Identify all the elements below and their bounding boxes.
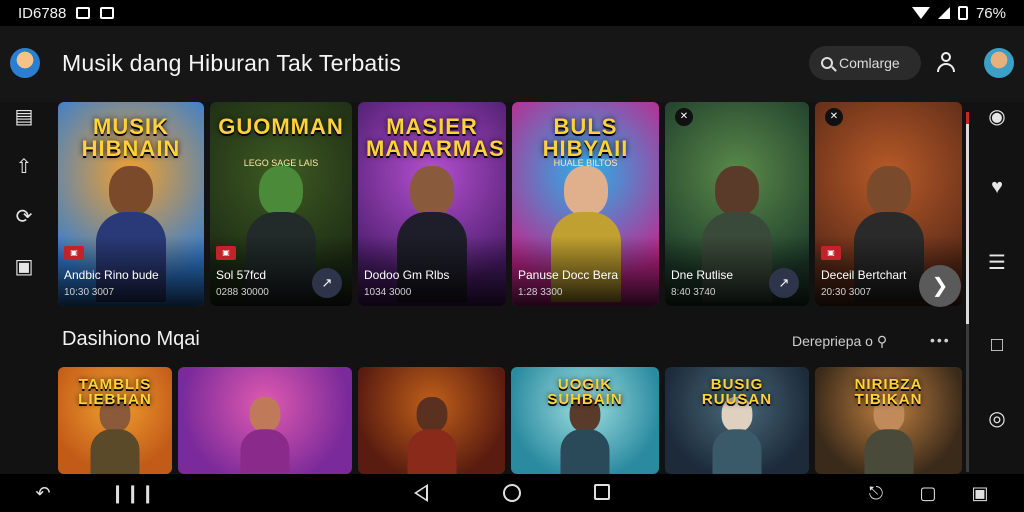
status-id: ID6788 bbox=[18, 4, 67, 22]
search-button[interactable]: Comlarge bbox=[809, 46, 921, 80]
back-gesture-icon[interactable]: ↶ bbox=[33, 483, 53, 503]
left-rail: ▤ ⇧ ⟳ ▣ bbox=[0, 102, 50, 474]
category-card[interactable] bbox=[178, 367, 352, 474]
calendar-icon[interactable]: ▣ bbox=[13, 256, 35, 278]
card-logo-text: BUSIG RUUSAN bbox=[701, 376, 773, 408]
overview-button[interactable] bbox=[594, 484, 610, 500]
media-icon bbox=[100, 7, 115, 19]
card-badge-icon: ▣ bbox=[216, 246, 236, 260]
share-icon[interactable]: ⇧ bbox=[13, 156, 35, 178]
share-nav-icon[interactable]: ⎋ bbox=[866, 483, 886, 503]
card-title: Deceil Bertchart bbox=[821, 268, 907, 282]
status-bar: ID6788 76% bbox=[0, 0, 1024, 26]
character-figure bbox=[407, 397, 456, 474]
heart-icon[interactable]: ♥ bbox=[986, 176, 1008, 198]
search-icon bbox=[821, 57, 833, 69]
system-nav-bar: ↶ ❙❙❙ ⎋ ▢ ▣ bbox=[0, 474, 1024, 512]
character-figure bbox=[240, 397, 290, 474]
featured-card[interactable]: MASIER MANARMAS Dodoo Gm Rlbs 1034 3000 bbox=[358, 102, 506, 306]
right-rail: ◉ ♥ ☰ □ ◎ bbox=[974, 102, 1024, 474]
card-corner-icon: ✕ bbox=[675, 108, 693, 126]
card-logo-text: UOGIK SUHBAIN bbox=[547, 376, 623, 408]
featured-card[interactable]: ✕ Dne Rutlise 8:40 3740 ↗ bbox=[665, 102, 809, 306]
recents-icon[interactable]: ❙❙❙ bbox=[110, 483, 155, 503]
character-figure bbox=[864, 397, 913, 474]
section-more-button[interactable]: ••• bbox=[930, 332, 951, 348]
page-title: Musik dang Hiburan Tak Terbatis bbox=[62, 50, 402, 76]
card-play-icon[interactable]: ↗ bbox=[769, 268, 799, 298]
card-logo-subtitle: HUALE BILTOS bbox=[553, 158, 618, 168]
scrollbar[interactable] bbox=[966, 112, 969, 472]
category-card[interactable] bbox=[358, 367, 505, 474]
menu-icon[interactable]: ☰ bbox=[986, 252, 1008, 274]
featured-card[interactable]: GUOMMAN LEGO SAGE LAIS ▣ Sol 57fcd 0288 3000… bbox=[210, 102, 352, 306]
card-meta: 1034 3000 bbox=[364, 287, 412, 298]
character-figure bbox=[560, 397, 610, 474]
card-title: Dne Rutlise bbox=[671, 268, 734, 282]
card-title: Dodoo Gm Rlbs bbox=[364, 268, 450, 282]
character-figure bbox=[712, 397, 762, 474]
signal-icon bbox=[937, 7, 950, 19]
search-label: Comlarge bbox=[839, 55, 900, 71]
card-meta: 1:28 3300 bbox=[518, 287, 563, 298]
card-meta: 10:30 3007 bbox=[64, 287, 115, 298]
more-options-icon[interactable]: ◎ bbox=[986, 408, 1008, 430]
back-button-inner bbox=[417, 487, 426, 499]
card-badge-icon: ▣ bbox=[64, 246, 84, 260]
app-header: Musik dang Hiburan Tak Terbatis Comlarge bbox=[0, 26, 1024, 102]
featured-card[interactable]: BULS HIBYAII HUALE BILTOS Panuse Docc Bera… bbox=[512, 102, 659, 306]
window-icon[interactable]: ▢ bbox=[918, 483, 938, 503]
card-meta: 8:40 3740 bbox=[671, 287, 716, 298]
card-meta: 0288 30000 bbox=[216, 287, 269, 298]
card-logo-text: MASIER MANARMAS bbox=[366, 114, 505, 161]
screenshot-icon[interactable]: ▣ bbox=[970, 483, 990, 503]
explore-icon[interactable]: ⟳ bbox=[13, 206, 35, 228]
card-logo-subtitle: LEGO SAGE LAIS bbox=[243, 158, 319, 168]
battery-icon bbox=[957, 6, 968, 20]
wifi-icon bbox=[911, 7, 930, 19]
card-title: Andbic Rino bude bbox=[64, 268, 159, 282]
account-avatar[interactable] bbox=[984, 48, 1014, 78]
profile-icon[interactable] bbox=[936, 52, 956, 74]
category-card[interactable]: BUSIG RUUSAN bbox=[665, 367, 809, 474]
info-icon[interactable]: □ bbox=[986, 334, 1008, 356]
card-meta: 20:30 3007 bbox=[821, 287, 872, 298]
card-logo-text: MUSIK HIBNAIN bbox=[81, 114, 181, 161]
card-logo-text: NIRIBZA TIBIKAN bbox=[854, 376, 923, 408]
secondary-carousel: TAMBLIS LIEBHAN UOGIK SUHBAIN BUSIG RUUSAN… bbox=[58, 367, 964, 474]
card-title: Panuse Docc Bera bbox=[518, 268, 619, 282]
carousel-next-button[interactable]: ❯ bbox=[919, 265, 961, 307]
featured-card[interactable]: MUSIK HIBNAIN ▣ Andbic Rino bude 10:30 3007 bbox=[58, 102, 204, 306]
card-logo-text: GUOMMAN bbox=[218, 114, 344, 139]
battery-percent: 76% bbox=[975, 4, 1006, 22]
character-figure bbox=[90, 397, 140, 474]
avatar[interactable] bbox=[10, 48, 40, 78]
section-title: Dasihiono Mqai bbox=[62, 328, 200, 350]
card-badge-icon: ▣ bbox=[821, 246, 841, 260]
category-card[interactable]: TAMBLIS LIEBHAN bbox=[58, 367, 172, 474]
card-play-icon[interactable]: ↗ bbox=[312, 268, 342, 298]
section-see-all-link[interactable]: Derepriepa o ⚲ bbox=[792, 333, 887, 350]
notification-icon bbox=[76, 7, 91, 19]
library-icon[interactable]: ▤ bbox=[13, 106, 35, 128]
card-logo-text: TAMBLIS LIEBHAN bbox=[78, 376, 152, 408]
card-corner-icon: ✕ bbox=[825, 108, 843, 126]
location-icon[interactable]: ◉ bbox=[986, 106, 1008, 128]
category-card[interactable]: UOGIK SUHBAIN bbox=[511, 367, 659, 474]
category-card[interactable]: NIRIBZA TIBIKAN bbox=[815, 367, 962, 474]
home-button[interactable] bbox=[503, 484, 521, 502]
card-logo-text: BULS HIBYAII bbox=[542, 114, 629, 161]
card-title: Sol 57fcd bbox=[216, 268, 267, 282]
featured-carousel: MUSIK HIBNAIN ▣ Andbic Rino bude 10:30 3007… bbox=[58, 102, 964, 306]
